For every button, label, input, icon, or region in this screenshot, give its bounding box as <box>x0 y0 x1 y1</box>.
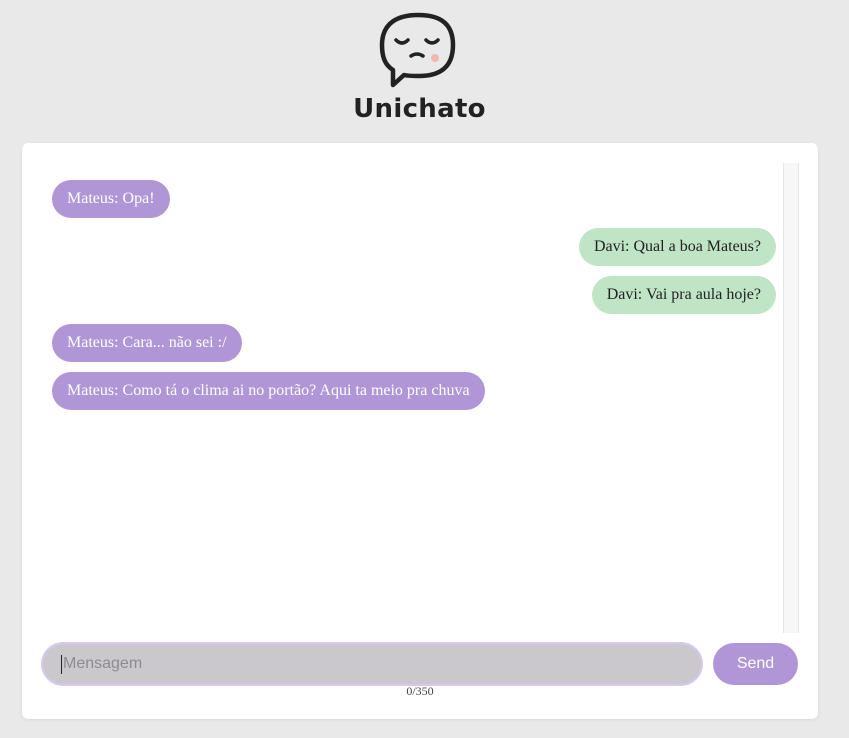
sleepy-speech-bubble-icon <box>379 12 456 88</box>
message-list-scrollbar[interactable] <box>783 163 799 633</box>
message-bubble-received: Mateus: Como tá o clima ai no portão? Aq… <box>52 372 485 410</box>
app-title: Unichato <box>353 94 486 124</box>
message-list: Mateus: Opa! Davi: Qual a boa Mateus? Da… <box>52 163 776 633</box>
app-header: Unichato <box>0 0 849 140</box>
send-button[interactable]: Send <box>713 643 798 685</box>
message-bubble-received: Mateus: Cara... não sei :/ <box>52 324 242 362</box>
character-counter: 0/350 <box>406 684 434 698</box>
chat-panel: Mateus: Opa! Davi: Qual a boa Mateus? Da… <box>22 143 818 719</box>
message-bubble-sent: Davi: Qual a boa Mateus? <box>578 228 776 266</box>
message-bubble-received: Mateus: Opa! <box>52 180 170 218</box>
message-bubble-sent: Davi: Vai pra aula hoje? <box>591 276 776 314</box>
message-input[interactable] <box>41 642 703 686</box>
text-caret <box>61 655 62 674</box>
